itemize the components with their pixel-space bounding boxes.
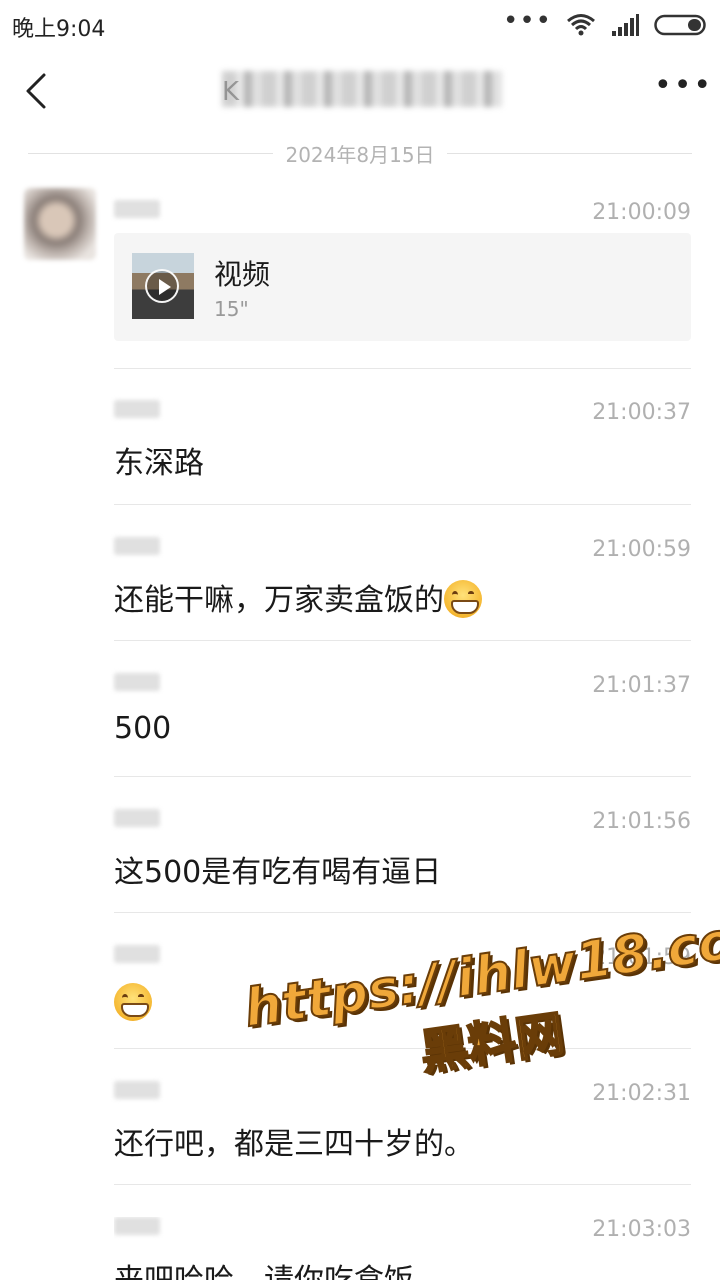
video-duration: 15" — [214, 297, 249, 321]
wifi-icon — [567, 14, 595, 36]
message-text: 来吧哈哈，请你吃盒饭 — [114, 1255, 414, 1280]
sender-name-blurred — [114, 1081, 160, 1099]
message-text: 还能干嘛，万家卖盒饭的 — [114, 583, 444, 618]
grinning-emoji-icon — [444, 580, 482, 618]
message-separator — [114, 368, 691, 369]
message-time: 21:03:03 — [592, 1217, 691, 1242]
message-item: 21:00:59 还能干嘛，万家卖盒饭的 — [114, 537, 691, 619]
message-time: 21:00:37 — [592, 400, 691, 425]
sender-name-blurred — [114, 945, 160, 963]
message-text-row — [114, 983, 152, 1021]
signal-icon — [612, 14, 639, 36]
message-text: 500 — [114, 711, 172, 746]
message-separator — [114, 912, 691, 913]
status-bar: 晚上9:04 ••• — [0, 0, 720, 50]
video-thumbnail — [132, 253, 194, 319]
chevron-left-icon — [26, 73, 46, 109]
date-divider: 2024年8月15日 — [28, 138, 693, 168]
sender-name-blurred — [114, 537, 160, 555]
message-separator — [114, 1048, 691, 1049]
divider-line — [446, 152, 693, 154]
divider-line — [28, 152, 274, 154]
sender-name-blurred — [114, 200, 160, 218]
video-title: 视频 — [214, 258, 271, 291]
grinning-emoji-icon — [114, 983, 152, 1021]
battery-icon — [654, 14, 706, 36]
sender-name-blurred — [114, 809, 160, 827]
message-time: 21:01:56 — [592, 809, 691, 834]
notification-dots-icon: ••• — [502, 6, 552, 36]
more-options-button[interactable]: ••• — [654, 71, 711, 107]
sender-name-blurred — [114, 673, 160, 691]
status-icons: ••• — [502, 6, 708, 40]
message-time: 21:02:31 — [592, 1081, 691, 1106]
message-separator — [114, 776, 691, 777]
message-item: 21:01:37 500 — [114, 673, 691, 753]
message-time: 21:01:59 — [592, 945, 691, 970]
status-time: 晚上9:04 — [12, 17, 106, 42]
message-item: 21:01:56 这500是有吃有喝有逼日 — [114, 809, 691, 890]
message-time: 21:00:09 — [592, 200, 691, 225]
message-time: 21:01:37 — [592, 673, 691, 698]
message-separator — [114, 640, 691, 641]
chat-title-blurred — [222, 71, 502, 107]
message-text-row: 还能干嘛，万家卖盒饭的 — [114, 575, 482, 619]
message-item: 21:00:37 东深路 — [114, 400, 691, 481]
message-text: 这500是有吃有喝有逼日 — [114, 855, 442, 890]
message-item: 21:02:31 还行吧，都是三四十岁的。 — [114, 1081, 691, 1162]
message-text: 东深路 — [114, 446, 204, 481]
back-button[interactable] — [18, 71, 58, 111]
message-time: 21:00:59 — [592, 537, 691, 562]
message-item: 21:00:09 — [114, 200, 691, 230]
video-message-card[interactable]: 视频 15" — [114, 233, 691, 341]
chat-header: K ••• — [0, 55, 720, 130]
message-item: 21:03:03 来吧哈哈，请你吃盒饭 — [114, 1217, 691, 1280]
avatar[interactable] — [24, 188, 96, 260]
message-separator — [114, 504, 691, 505]
message-text: 还行吧，都是三四十岁的。 — [114, 1127, 474, 1162]
play-icon — [145, 269, 179, 303]
chat-title: K — [222, 77, 240, 107]
sender-name-blurred — [114, 400, 160, 418]
message-item: 21:01:59 — [114, 945, 691, 1025]
message-separator — [114, 1184, 691, 1185]
sender-name-blurred — [114, 1217, 160, 1235]
date-label: 2024年8月15日 — [285, 142, 435, 167]
